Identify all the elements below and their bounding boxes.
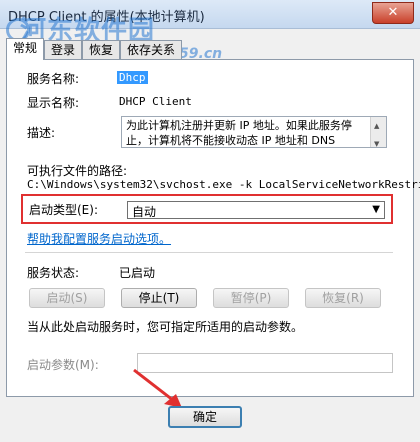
resume-button[interactable]: 恢复(R) <box>305 288 381 308</box>
pause-button[interactable]: 暂停(P) <box>213 288 289 308</box>
start-button[interactable]: 启动(S) <box>29 288 105 308</box>
start-params-label: 启动参数(M): <box>27 358 99 372</box>
exe-path-label: 可执行文件的路径: <box>27 164 128 178</box>
description-label: 描述: <box>27 126 56 140</box>
start-params-hint: 当从此处启动服务时，您可指定所适用的启动参数。 <box>27 320 304 334</box>
display-name-label: 显示名称: <box>27 96 80 110</box>
service-name-value[interactable]: Dhcp <box>117 71 148 84</box>
startup-type-label: 启动类型(E): <box>29 203 98 217</box>
separator <box>25 252 393 253</box>
tab-dependencies[interactable]: 依存关系 <box>120 40 183 59</box>
tab-general[interactable]: 常规 <box>6 38 45 60</box>
exe-path-value: C:\Windows\system32\svchost.exe -k Local… <box>27 178 420 191</box>
service-name-label: 服务名称: <box>27 72 80 86</box>
general-panel: 服务名称: Dhcp 显示名称: DHCP Client 描述: 为此计算机注册… <box>6 59 420 397</box>
tab-strip: 常规 登录 恢复 依存关系 <box>6 38 414 60</box>
tab-logon[interactable]: 登录 <box>44 40 83 59</box>
description-scrollbar[interactable]: ▲ ▼ <box>370 117 386 147</box>
window-title: DHCP Client 的属性(本地计算机) <box>8 10 205 25</box>
scroll-down-icon[interactable]: ▼ <box>374 137 379 147</box>
startup-type-value: 自动 <box>132 205 157 219</box>
ok-button[interactable]: 确定 <box>168 406 242 428</box>
scroll-up-icon[interactable]: ▲ <box>374 119 379 134</box>
service-status-value: 已启动 <box>119 266 156 280</box>
display-name-value[interactable]: DHCP Client <box>119 95 192 108</box>
startup-type-select[interactable]: 自动 ▼ <box>127 201 385 219</box>
description-box[interactable]: 为此计算机注册并更新 IP 地址。如果此服务停止，计算机将不能接收动态 IP 地… <box>121 116 387 148</box>
stop-button[interactable]: 停止(T) <box>121 288 197 308</box>
close-button[interactable]: ✕ <box>372 2 414 24</box>
startup-type-highlight: 启动类型(E): 自动 ▼ <box>21 194 393 224</box>
service-status-label: 服务状态: <box>27 266 80 280</box>
close-icon: ✕ <box>387 5 399 20</box>
chevron-down-icon: ▼ <box>372 204 380 215</box>
help-link[interactable]: 帮助我配置服务启动选项。 <box>27 230 171 247</box>
title-bar: DHCP Client 的属性(本地计算机) ✕ <box>0 0 420 29</box>
description-text: 为此计算机注册并更新 IP 地址。如果此服务停止，计算机将不能接收动态 IP 地… <box>126 119 352 147</box>
tab-recovery[interactable]: 恢复 <box>82 40 121 59</box>
